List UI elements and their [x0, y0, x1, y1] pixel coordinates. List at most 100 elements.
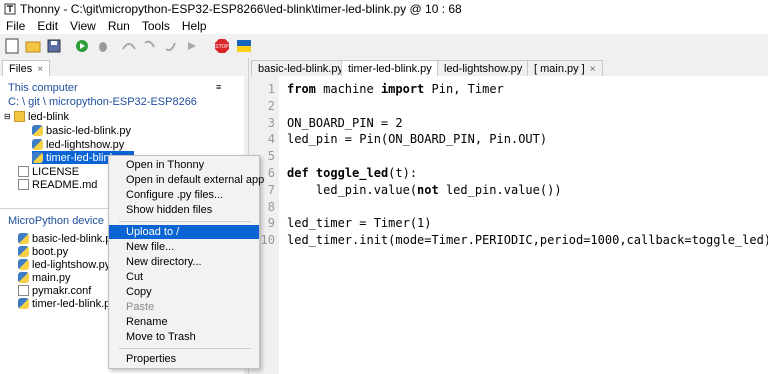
- context-menu-item[interactable]: New file...: [109, 240, 259, 254]
- this-computer-menu-icon[interactable]: ≡: [216, 82, 221, 92]
- code-line[interactable]: led_timer.init(mode=Timer.PERIODIC,perio…: [287, 233, 768, 247]
- device-file-row[interactable]: basic-led-blink.py: [18, 232, 117, 245]
- step-into-icon[interactable]: [141, 37, 159, 55]
- thonny-app-icon: [4, 3, 16, 15]
- tree-item-label: LICENSE: [32, 165, 80, 178]
- python-file-icon: [32, 152, 43, 163]
- code-text: led_timer = Timer(1): [287, 216, 432, 231]
- context-menu-item[interactable]: Show hidden files: [109, 203, 259, 217]
- context-menu-item[interactable]: Properties: [109, 352, 259, 366]
- code-text: led_pin.value()): [438, 182, 562, 197]
- python-file-icon: [18, 298, 29, 309]
- device-file-row[interactable]: boot.py: [18, 245, 68, 258]
- code-text: ON_BOARD_PIN = 2: [287, 115, 403, 130]
- line-number: 1: [267, 82, 275, 96]
- menu-run[interactable]: Run: [102, 19, 136, 33]
- code-line[interactable]: def toggle_led(t):: [287, 166, 417, 180]
- menu-tools[interactable]: Tools: [136, 19, 176, 33]
- menu-separator: [119, 348, 251, 349]
- menu-help[interactable]: Help: [176, 19, 213, 33]
- folder-icon: [14, 111, 25, 122]
- menu-file[interactable]: File: [0, 19, 31, 33]
- code-line[interactable]: led_pin = Pin(ON_BOARD_PIN, Pin.OUT): [287, 132, 547, 146]
- line-number: 4: [267, 132, 275, 147]
- device-file-label: led-lightshow.py: [32, 258, 111, 271]
- stop-icon[interactable]: STOP: [213, 37, 231, 55]
- tab-led-lightshow[interactable]: led-lightshow.py×: [437, 60, 541, 76]
- close-icon[interactable]: ×: [37, 64, 43, 75]
- save-icon[interactable]: [45, 37, 63, 55]
- new-file-icon[interactable]: [3, 37, 21, 55]
- python-file-icon: [32, 139, 43, 150]
- toolbar: STOP: [0, 34, 768, 58]
- device-file-row[interactable]: led-lightshow.py: [18, 258, 110, 271]
- menu-view[interactable]: View: [64, 19, 102, 33]
- code-text: Pin, Timer: [424, 82, 504, 96]
- context-menu-item[interactable]: Cut: [109, 270, 259, 284]
- context-menu-item[interactable]: Copy: [109, 285, 259, 299]
- this-computer-title: This computer: [8, 82, 78, 94]
- close-icon[interactable]: ×: [590, 64, 596, 75]
- tree-row-file[interactable]: LICENSE: [18, 165, 79, 178]
- device-title: MicroPython device: [8, 215, 104, 227]
- editor-tabstrip: basic-led-blink.py× timer-led-blink.py× …: [249, 58, 768, 76]
- device-file-row[interactable]: timer-led-blink.py: [18, 297, 116, 310]
- device-file-row[interactable]: pymakr.conf: [18, 284, 91, 297]
- code-keyword: from: [287, 82, 316, 96]
- files-tabstrip: Files ×: [0, 58, 244, 76]
- python-file-icon: [18, 259, 29, 270]
- line-number: 3: [267, 115, 275, 130]
- device-file-label: timer-led-blink.py: [32, 297, 116, 310]
- python-file-icon: [32, 125, 43, 136]
- context-menu-item[interactable]: Upload to /: [109, 225, 259, 239]
- step-out-icon[interactable]: [162, 37, 180, 55]
- context-menu-item[interactable]: Configure .py files...: [109, 188, 259, 202]
- tree-row-file[interactable]: led-lightshow.py: [32, 138, 124, 151]
- code-line[interactable]: from machine import Pin, Timer: [287, 82, 504, 96]
- ukraine-flag-icon[interactable]: [235, 37, 253, 55]
- current-path[interactable]: C: \ git \ micropython-ESP32-ESP8266: [8, 96, 197, 108]
- code-keyword: toggle_led: [315, 166, 389, 180]
- context-menu-item[interactable]: Open in default external app: [109, 173, 264, 187]
- resume-icon[interactable]: [183, 37, 201, 55]
- tree-row-file[interactable]: basic-led-blink.py: [32, 124, 131, 137]
- code-text: led_pin = Pin(ON_BOARD_PIN, Pin.OUT): [287, 132, 548, 147]
- tree-row-file[interactable]: README.md: [18, 178, 97, 191]
- context-menu: Open in Thonny Open in default external a…: [108, 155, 264, 369]
- collapse-icon[interactable]: ⊟: [4, 112, 14, 121]
- tree-item-label: basic-led-blink.py: [46, 124, 131, 137]
- tree-row-folder[interactable]: ⊟ led-blink: [4, 110, 69, 123]
- python-file-icon: [18, 272, 29, 283]
- context-menu-item[interactable]: Move to Trash: [109, 330, 259, 344]
- tab-label: led-lightshow.py: [444, 63, 523, 75]
- menu-bar: File Edit View Run Tools Help: [0, 18, 768, 34]
- tab-files[interactable]: Files ×: [2, 60, 51, 76]
- editor-panel: basic-led-blink.py× timer-led-blink.py× …: [248, 58, 768, 374]
- menu-edit[interactable]: Edit: [31, 19, 64, 33]
- open-folder-icon[interactable]: [24, 37, 42, 55]
- file-icon: [18, 285, 29, 296]
- tab-label: [ main.py ]: [534, 63, 585, 75]
- context-menu-item[interactable]: New directory...: [109, 255, 259, 269]
- code-text: (t):: [388, 166, 418, 180]
- debug-icon[interactable]: [94, 37, 112, 55]
- device-file-label: boot.py: [32, 245, 69, 258]
- python-file-icon: [18, 246, 29, 257]
- context-menu-item: Paste: [126, 301, 155, 313]
- tab-timer-led-blink[interactable]: timer-led-blink.py×: [341, 60, 450, 76]
- tab-label: timer-led-blink.py: [348, 63, 432, 75]
- file-icon: [18, 166, 29, 177]
- context-menu-item[interactable]: Open in Thonny: [109, 158, 259, 172]
- code-text: led_pin.value(: [287, 182, 418, 197]
- context-menu-item[interactable]: Rename: [109, 315, 259, 329]
- code-line[interactable]: ON_BOARD_PIN = 2: [287, 116, 403, 130]
- menu-separator: [119, 221, 251, 222]
- run-icon[interactable]: [73, 37, 91, 55]
- python-file-icon: [18, 233, 29, 244]
- tab-main[interactable]: [ main.py ] ×: [527, 60, 603, 76]
- code-line[interactable]: led_pin.value(not led_pin.value()): [287, 183, 562, 197]
- code-keyword: def: [287, 166, 309, 180]
- device-file-row[interactable]: main.py: [18, 271, 71, 284]
- step-over-icon[interactable]: [120, 37, 138, 55]
- code-line[interactable]: led_timer = Timer(1): [287, 216, 432, 230]
